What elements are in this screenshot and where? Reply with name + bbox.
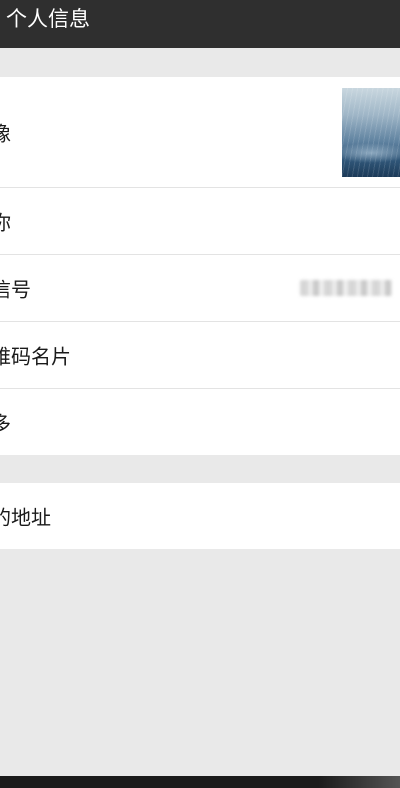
profile-screen: 个人信息 像 你 信号 维码名片 多 的地址 [0, 0, 400, 788]
profile-info-group: 像 你 信号 维码名片 多 [0, 77, 400, 455]
row-qr-code-card-label: 维码名片 [0, 344, 71, 369]
row-my-address-label: 的地址 [0, 505, 51, 530]
row-avatar-label: 像 [0, 121, 11, 146]
row-wechat-id-label: 信号 [0, 277, 31, 302]
row-my-address[interactable]: 的地址 [0, 483, 400, 549]
corner-watermark [318, 776, 400, 788]
row-wechat-id[interactable]: 信号 [0, 255, 400, 322]
row-nickname-label: 你 [0, 210, 11, 235]
blurred-id-value [300, 280, 392, 296]
avatar-image [342, 88, 400, 177]
row-more[interactable]: 多 [0, 389, 400, 455]
page-title: 个人信息 [6, 7, 90, 31]
row-more-label: 多 [0, 411, 11, 436]
row-qr-code-card[interactable]: 维码名片 [0, 322, 400, 389]
row-nickname[interactable]: 你 [0, 188, 400, 255]
address-group: 的地址 [0, 483, 400, 549]
row-avatar[interactable]: 像 [0, 77, 400, 188]
title-bar: 个人信息 [0, 0, 400, 48]
